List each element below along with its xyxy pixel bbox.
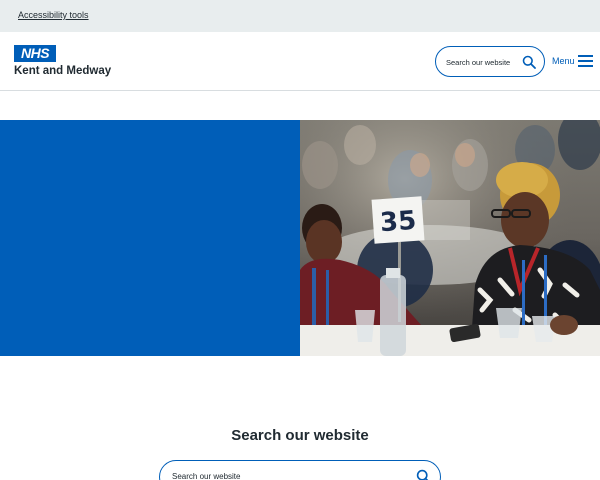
nhs-logo[interactable]: NHS Kent and Medway [14, 45, 124, 79]
header-search-placeholder: Search our website [446, 58, 511, 67]
nhs-logo-mark: NHS [14, 45, 56, 62]
menu-button[interactable]: Menu [552, 52, 596, 70]
hero-panel [0, 120, 300, 356]
header-search-input[interactable]: Search our website [435, 46, 545, 77]
table-number: 35 [379, 206, 417, 238]
accessibility-bar: Accessibility tools [0, 0, 600, 32]
search-icon[interactable] [416, 469, 431, 480]
search-section-title: Search our website [231, 427, 369, 444]
hero-image: 35 [300, 120, 600, 356]
menu-icon [578, 54, 593, 68]
search-icon[interactable] [522, 55, 536, 69]
menu-label: Menu [552, 56, 575, 66]
event-photo: 35 [300, 120, 600, 356]
main-search-placeholder: Search our website [172, 472, 241, 480]
main-search-input[interactable]: Search our website [159, 460, 441, 480]
organisation-name: Kent and Medway [14, 65, 112, 77]
accessibility-tools-link[interactable]: Accessibility tools [18, 10, 89, 20]
